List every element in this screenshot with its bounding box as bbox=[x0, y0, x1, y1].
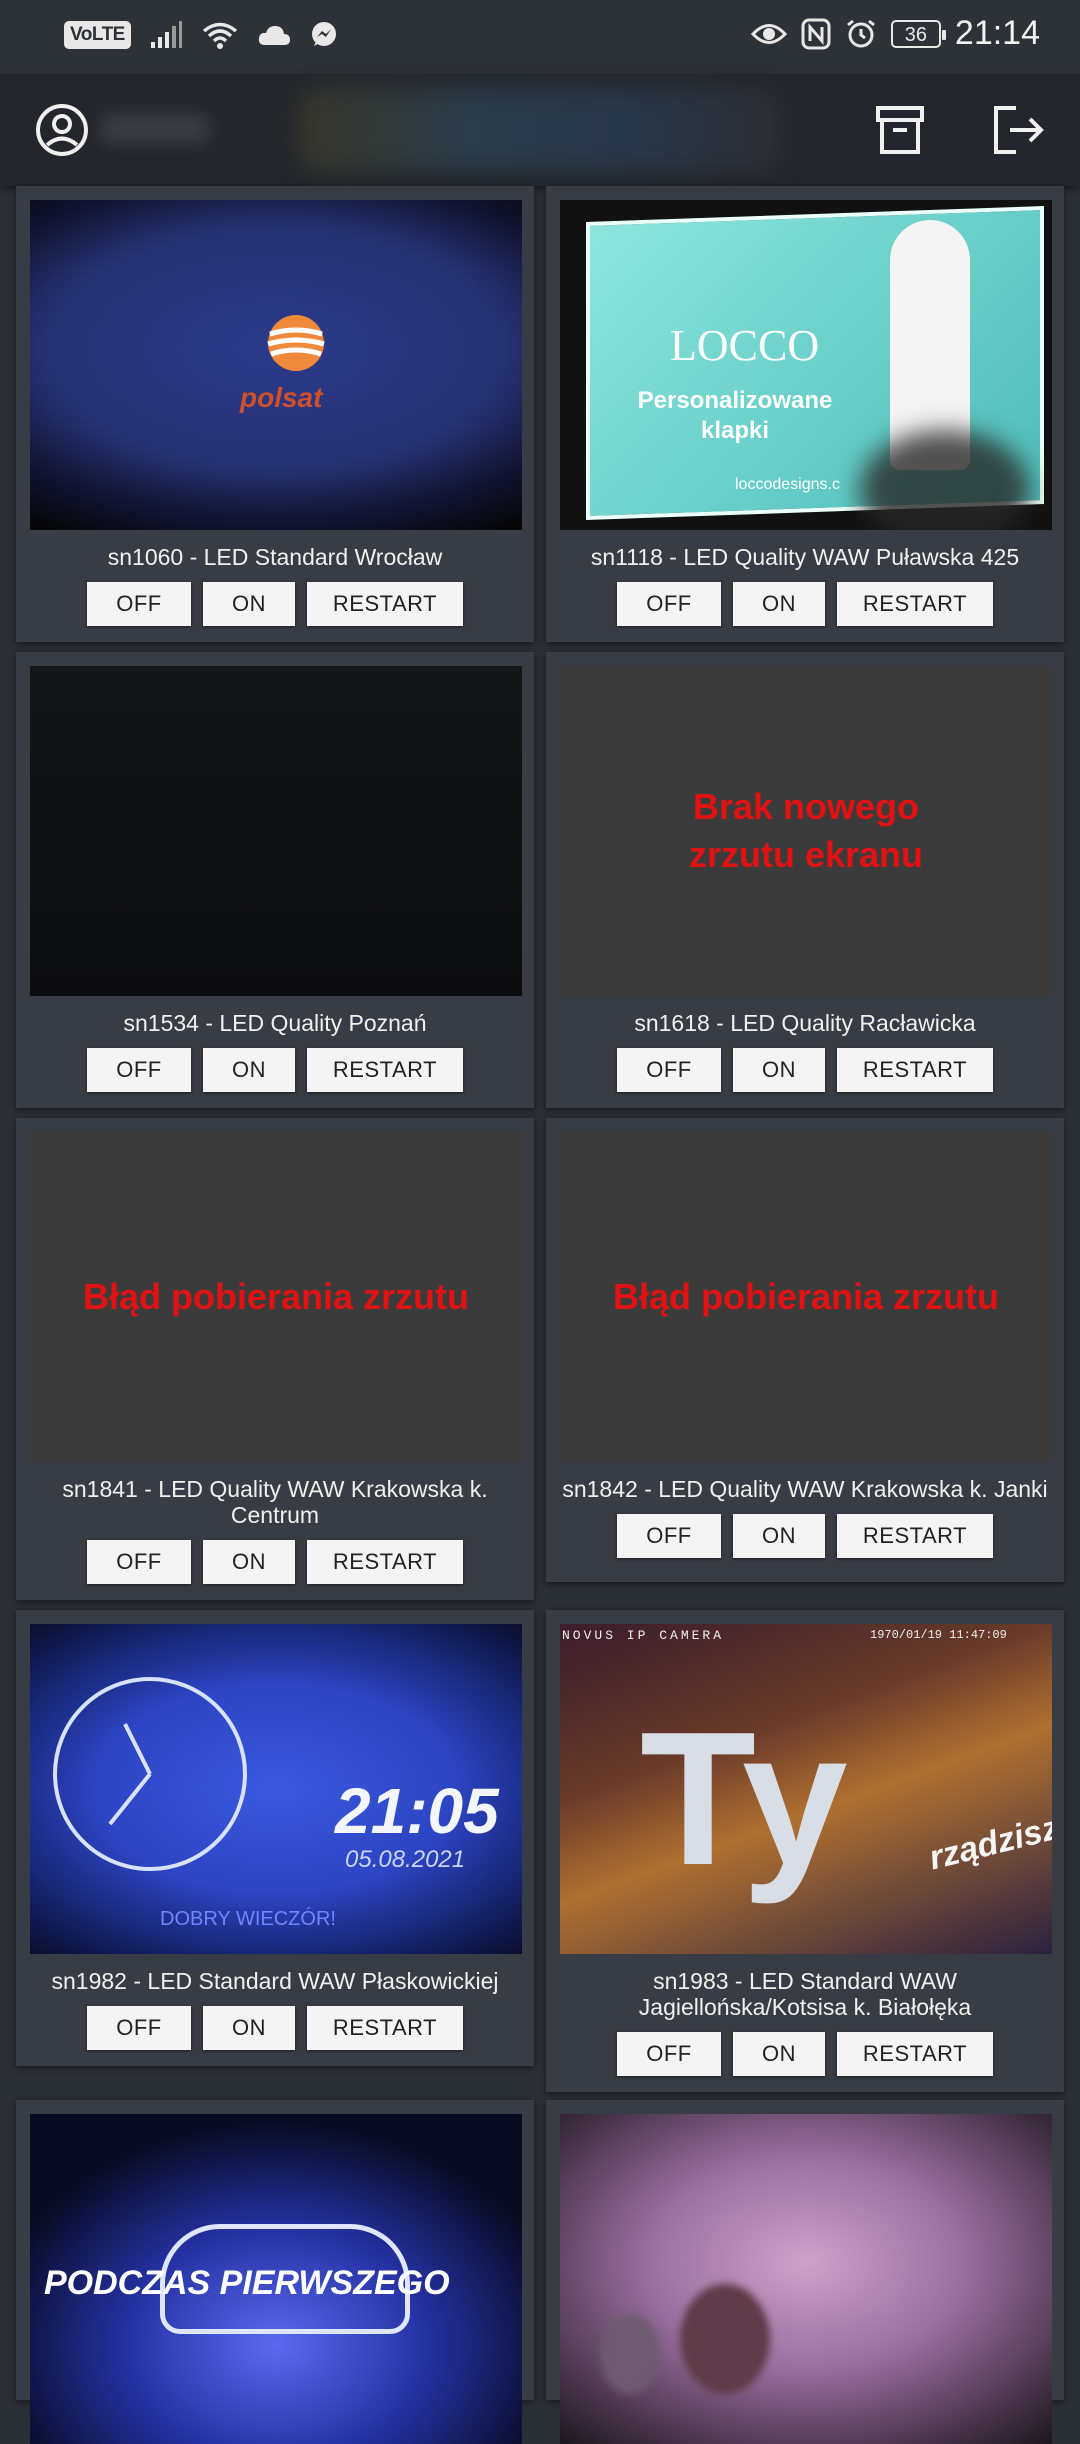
clock: 21:14 bbox=[954, 14, 1040, 52]
device-actions: OFF ON RESTART bbox=[16, 1540, 534, 1584]
polsat-logo bbox=[267, 315, 325, 371]
off-button[interactable]: OFF bbox=[617, 1514, 721, 1558]
blurred-username bbox=[100, 114, 210, 144]
snapshot-message: Brak nowego zrzutu ekranu bbox=[688, 786, 924, 875]
restart-button[interactable]: RESTART bbox=[837, 1514, 993, 1558]
device-card: polsat sn1060 - LED Standard Wrocław OFF… bbox=[16, 186, 534, 642]
snapshot-text: Personalizowane klapki bbox=[637, 387, 833, 444]
device-card bbox=[546, 2100, 1064, 2444]
logout-icon[interactable] bbox=[992, 104, 1046, 156]
restart-button[interactable]: RESTART bbox=[307, 2006, 463, 2050]
app-bar bbox=[0, 74, 1080, 186]
camera-snapshot[interactable]: 21:05 05.08.2021 DOBRY WIECZÓR! bbox=[30, 1624, 522, 1954]
device-card: LOCCO Personalizowane klapki loccodesign… bbox=[546, 186, 1064, 642]
off-button[interactable]: OFF bbox=[87, 2006, 191, 2050]
wifi-icon bbox=[202, 22, 237, 49]
volte-badge: VoLTE bbox=[64, 21, 131, 49]
archive-icon[interactable] bbox=[874, 104, 926, 156]
device-title: sn1534 - LED Quality Poznań bbox=[123, 1010, 427, 1036]
restart-button[interactable]: RESTART bbox=[307, 582, 463, 626]
device-card: sn1534 - LED Quality Poznań OFF ON RESTA… bbox=[16, 652, 534, 1108]
device-title: sn1983 - LED Standard WAW Jagiellońska/K… bbox=[638, 1968, 972, 2020]
device-card: 21:05 05.08.2021 DOBRY WIECZÓR! sn1982 -… bbox=[16, 1610, 534, 2066]
camera-snapshot[interactable]: LOCCO Personalizowane klapki loccodesign… bbox=[560, 200, 1052, 530]
snapshot-text: loccodesigns.c bbox=[735, 476, 840, 493]
on-button[interactable]: ON bbox=[733, 1048, 825, 1092]
snapshot-figure bbox=[680, 2284, 770, 2394]
on-button[interactable]: ON bbox=[203, 582, 295, 626]
device-title: sn1060 - LED Standard Wrocław bbox=[107, 544, 443, 570]
clock-face bbox=[53, 1677, 247, 1871]
device-title: sn1982 - LED Standard WAW Płaskowickiej bbox=[51, 1968, 499, 1994]
messenger-icon bbox=[311, 22, 336, 46]
device-actions: OFF ON RESTART bbox=[16, 1048, 534, 1092]
eye-icon bbox=[750, 23, 787, 44]
camera-snapshot[interactable] bbox=[560, 2114, 1052, 2444]
device-card: NOVUS IP CAMERA 1970/01/19 11:47:09 Ty r… bbox=[546, 1610, 1064, 2092]
nfc-icon bbox=[801, 18, 831, 49]
snapshot-text: rządzisz bbox=[925, 1808, 1052, 1878]
snapshot-text: LOCCO bbox=[670, 321, 820, 370]
snapshot-text: 1970/01/19 11:47:09 bbox=[870, 1628, 1007, 1642]
restart-button[interactable]: RESTART bbox=[837, 2032, 993, 2076]
status-left: VoLTE bbox=[64, 20, 339, 50]
restart-button[interactable]: RESTART bbox=[837, 582, 993, 626]
off-button[interactable]: OFF bbox=[87, 1048, 191, 1092]
device-actions: OFF ON RESTART bbox=[546, 582, 1064, 626]
off-button[interactable]: OFF bbox=[617, 582, 721, 626]
blurred-logo bbox=[300, 90, 780, 170]
device-card: Błąd pobierania zrzutu sn1842 - LED Qual… bbox=[546, 1118, 1064, 1582]
device-title: sn1118 - LED Quality WAW Puławska 425 bbox=[590, 544, 1020, 570]
camera-snapshot[interactable]: Błąd pobierania zrzutu bbox=[560, 1132, 1052, 1462]
off-button[interactable]: OFF bbox=[87, 1540, 191, 1584]
snapshot-message: Błąd pobierania zrzutu bbox=[612, 1276, 1000, 1317]
snapshot-text: PODCZAS PIERWSZEGO bbox=[44, 2264, 450, 2302]
device-title: sn1842 - LED Quality WAW Krakowska k. Ja… bbox=[562, 1476, 1048, 1502]
snapshot-text: 21:05 bbox=[335, 1775, 499, 1847]
snapshot-message: Błąd pobierania zrzutu bbox=[82, 1276, 470, 1317]
device-actions: OFF ON RESTART bbox=[546, 1048, 1064, 1092]
snapshot-text: DOBRY WIECZÓR! bbox=[160, 1908, 336, 1930]
on-button[interactable]: ON bbox=[203, 1048, 295, 1092]
snapshot-text: NOVUS IP CAMERA bbox=[562, 1628, 725, 1643]
camera-snapshot[interactable]: NOVUS IP CAMERA 1970/01/19 11:47:09 Ty r… bbox=[560, 1624, 1052, 1954]
alarm-icon bbox=[846, 19, 875, 47]
cloud-icon bbox=[258, 26, 290, 45]
camera-snapshot[interactable]: polsat bbox=[30, 200, 522, 530]
device-title: sn1841 - LED Quality WAW Krakowska k. Ce… bbox=[62, 1476, 488, 1528]
on-button[interactable]: ON bbox=[203, 1540, 295, 1584]
device-actions: OFF ON RESTART bbox=[16, 2006, 534, 2050]
device-card: PODCZAS PIERWSZEGO bbox=[16, 2100, 534, 2444]
camera-snapshot[interactable]: Brak nowego zrzutu ekranu bbox=[560, 666, 1052, 996]
device-card: Błąd pobierania zrzutu sn1841 - LED Qual… bbox=[16, 1118, 534, 1600]
camera-snapshot[interactable] bbox=[30, 666, 522, 996]
device-card: Brak nowego zrzutu ekranu sn1618 - LED Q… bbox=[546, 652, 1064, 1108]
on-button[interactable]: ON bbox=[733, 1514, 825, 1558]
snapshot-text: Ty bbox=[640, 1693, 848, 1905]
status-bar: VoLTE 36 21:14 bbox=[0, 0, 1080, 74]
signal-icon bbox=[150, 21, 182, 48]
restart-button[interactable]: RESTART bbox=[307, 1048, 463, 1092]
off-button[interactable]: OFF bbox=[87, 582, 191, 626]
camera-snapshot[interactable]: PODCZAS PIERWSZEGO bbox=[30, 2114, 522, 2444]
status-right: 36 21:14 bbox=[750, 14, 1040, 53]
device-actions: OFF ON RESTART bbox=[546, 1514, 1064, 1558]
restart-button[interactable]: RESTART bbox=[837, 1048, 993, 1092]
snapshot-text: polsat bbox=[240, 382, 323, 413]
off-button[interactable]: OFF bbox=[617, 2032, 721, 2076]
restart-button[interactable]: RESTART bbox=[307, 1540, 463, 1584]
battery-icon: 36 bbox=[890, 19, 946, 48]
on-button[interactable]: ON bbox=[733, 582, 825, 626]
off-button[interactable]: OFF bbox=[617, 1048, 721, 1092]
camera-snapshot[interactable]: Błąd pobierania zrzutu bbox=[30, 1132, 522, 1462]
device-actions: OFF ON RESTART bbox=[16, 582, 534, 626]
account-circle-icon[interactable] bbox=[34, 102, 90, 158]
snapshot-figure bbox=[600, 2314, 660, 2394]
on-button[interactable]: ON bbox=[733, 2032, 825, 2076]
snapshot-text: 05.08.2021 bbox=[345, 1846, 466, 1873]
on-button[interactable]: ON bbox=[203, 2006, 295, 2050]
device-actions: OFF ON RESTART bbox=[546, 2032, 1064, 2076]
device-title: sn1618 - LED Quality Racławicka bbox=[634, 1010, 976, 1036]
